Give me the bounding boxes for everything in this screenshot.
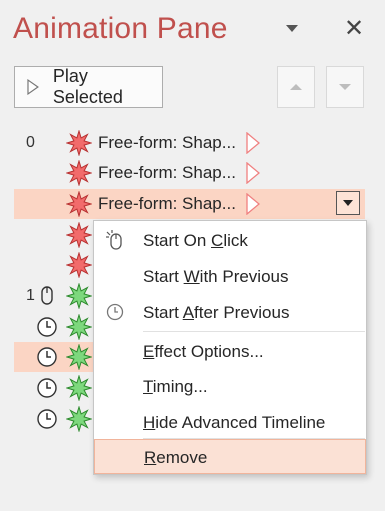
play-selected-label: Play Selected [52, 66, 123, 107]
menu-effect-options-label: Effect Options... [143, 342, 264, 361]
menu-remove-label: Remove [144, 448, 208, 467]
sequence-number: 0 [26, 134, 35, 151]
row-dropdown-button[interactable] [336, 191, 360, 215]
pane-title: Animation Pane [13, 12, 228, 45]
clock-icon [37, 378, 57, 398]
sequence-number: 1 [26, 287, 35, 304]
clock-icon [37, 347, 57, 367]
context-menu: Start On Click Start With Previous Start… [93, 220, 367, 475]
chevron-down-icon [343, 200, 353, 206]
move-up-icon [290, 84, 302, 90]
menu-start-on-click[interactable]: Start On Click [94, 223, 366, 257]
menu-timing[interactable]: Timing... [94, 369, 366, 403]
timing-bar-icon[interactable] [246, 193, 260, 215]
clock-icon [106, 303, 124, 321]
menu-start-after-previous[interactable]: Start After Previous [94, 295, 366, 329]
menu-hide-advanced-timeline-label: Hide Advanced Timeline [143, 413, 326, 432]
animation-name: Free-form: Shap... [98, 163, 236, 182]
move-up-button[interactable] [277, 66, 315, 108]
mouse-trigger-icon [41, 286, 53, 305]
timing-bar-icon[interactable] [246, 162, 260, 184]
pane-options-chevron-icon[interactable] [284, 22, 300, 34]
timing-bar-icon[interactable] [246, 132, 260, 154]
entrance-effect-icon [66, 344, 92, 370]
close-icon[interactable]: ✕ [344, 17, 364, 41]
entrance-effect-icon [66, 406, 92, 432]
animation-row[interactable]: Free-form: Shap... [14, 158, 365, 188]
menu-start-on-click-label: Start On Click [143, 231, 248, 250]
menu-remove[interactable]: Remove [94, 439, 366, 474]
animation-row[interactable] [14, 342, 94, 372]
entrance-effect-icon [66, 375, 92, 401]
animation-row[interactable]: Free-form: Shap... [14, 189, 365, 219]
menu-timing-label: Timing... [143, 377, 208, 396]
menu-start-with-previous-label: Start With Previous [143, 267, 289, 286]
animation-row[interactable]: 0 Free-form: Shap... [14, 128, 365, 158]
menu-start-after-previous-label: Start After Previous [143, 303, 290, 322]
emphasis-effect-icon [66, 130, 92, 156]
animation-name: Free-form: Shap... [98, 133, 236, 152]
play-icon [27, 79, 39, 95]
menu-effect-options[interactable]: Effect Options... [94, 334, 366, 368]
move-down-icon [339, 84, 351, 90]
emphasis-effect-icon [66, 191, 92, 217]
menu-divider [143, 331, 365, 332]
clock-icon [37, 317, 57, 337]
emphasis-effect-icon [66, 160, 92, 186]
menu-hide-advanced-timeline[interactable]: Hide Advanced Timeline [94, 405, 366, 439]
animation-name: Free-form: Shap... [98, 194, 236, 213]
menu-start-with-previous[interactable]: Start With Previous [94, 259, 366, 293]
emphasis-effect-icon [66, 222, 92, 248]
entrance-effect-icon [66, 283, 92, 309]
move-down-button[interactable] [326, 66, 364, 108]
emphasis-effect-icon [66, 252, 92, 278]
clock-icon [37, 409, 57, 429]
entrance-effect-icon [66, 314, 92, 340]
play-selected-button[interactable]: Play Selected [14, 66, 163, 108]
mouse-click-icon [106, 230, 122, 250]
